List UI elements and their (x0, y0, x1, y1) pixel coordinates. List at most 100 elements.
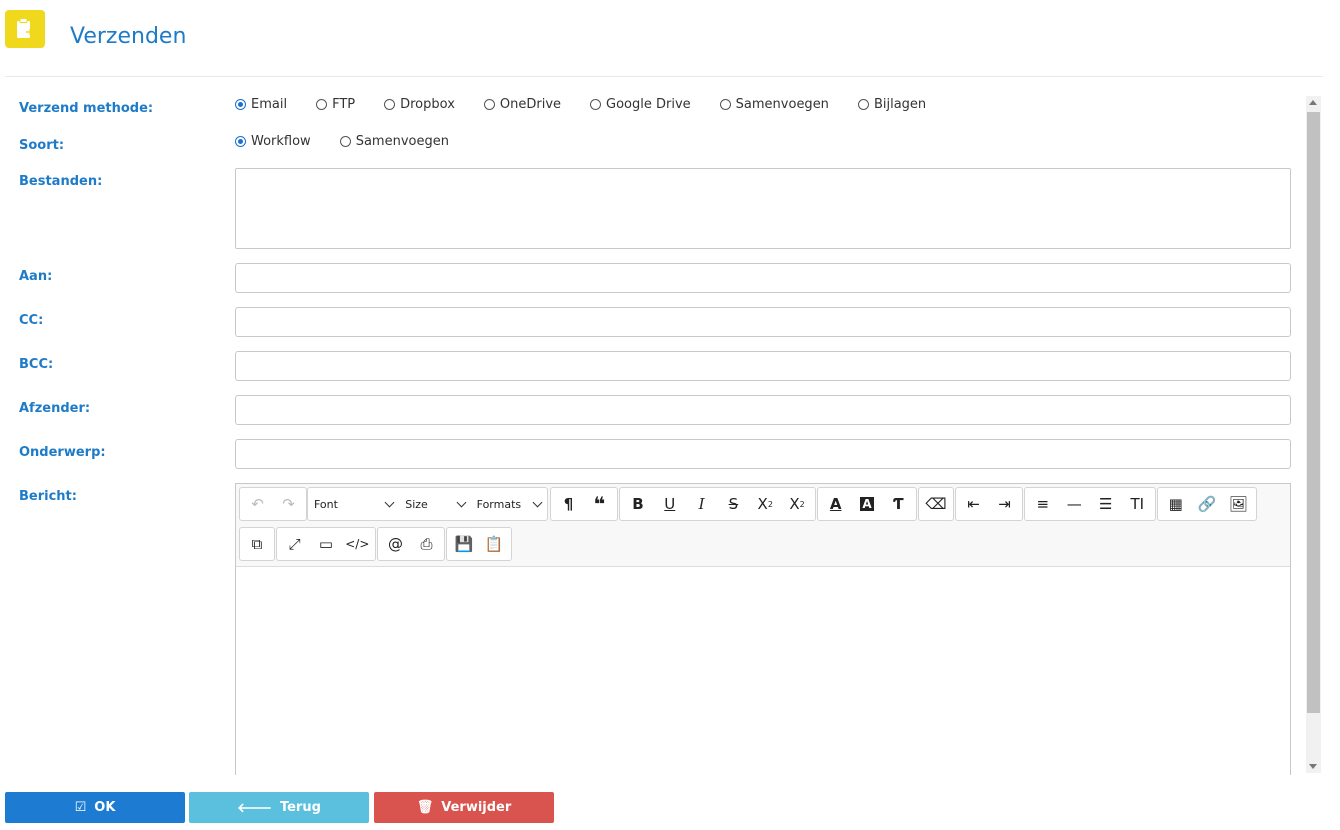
radio-dot[interactable] (483, 99, 495, 110)
radio-dot[interactable] (339, 136, 351, 147)
undo-icon[interactable]: ↶ (242, 489, 273, 519)
code-view-icon[interactable]: </> (342, 529, 373, 559)
font-color-icon[interactable]: A (820, 489, 851, 519)
subject-field[interactable] (235, 439, 1291, 469)
scroll-up-icon[interactable] (1309, 100, 1317, 105)
indent-group: ⇤ ⇥ (955, 487, 1023, 521)
indent-icon[interactable]: ⇥ (989, 489, 1020, 519)
font-select-group: Font Size Formats (307, 487, 548, 521)
kind-label: Soort: (19, 138, 65, 153)
font-select[interactable]: Font (308, 489, 399, 519)
chevron-down-icon (456, 497, 467, 507)
method-radio-bijlagen[interactable]: Bijlagen (857, 97, 926, 112)
show-blocks-icon[interactable]: ▭ (310, 529, 341, 559)
page-scrollbar[interactable] (1306, 96, 1321, 773)
tools-group: @ ⎙ (377, 527, 445, 561)
editor-body[interactable] (236, 568, 1290, 776)
bold-icon[interactable]: B (622, 489, 654, 519)
page-header: Verzenden (0, 0, 1340, 77)
sender-field[interactable] (235, 395, 1291, 425)
redo-icon[interactable]: ↷ (273, 489, 304, 519)
subscript-icon[interactable]: X2 (749, 489, 781, 519)
save-icon[interactable]: 💾 (449, 529, 479, 559)
chevron-down-icon (532, 497, 543, 507)
subject-label: Onderwerp: (19, 445, 106, 460)
align-group: ≡ — ☰ TI (1024, 487, 1156, 521)
method-radio-dropbox[interactable]: Dropbox (384, 97, 455, 112)
eraser-icon[interactable]: ⌫ (921, 489, 951, 519)
history-group: ↶ ↷ (239, 487, 307, 521)
delete-button[interactable]: 🗑 Verwijder (374, 792, 554, 823)
files-label: Bestanden: (19, 174, 103, 189)
trash-icon: 🗑 (416, 800, 434, 815)
strikethrough-icon[interactable]: S (717, 489, 749, 519)
text-style-icon[interactable]: Ƭ (883, 489, 914, 519)
back-button[interactable]: 🡐 Terug (189, 792, 369, 823)
link-icon[interactable]: 🔗 (1191, 489, 1222, 519)
blockquote-icon[interactable]: ❝ (584, 489, 615, 519)
line-height-icon[interactable]: TI (1122, 489, 1154, 519)
chevron-down-icon (384, 497, 395, 507)
image-icon[interactable]: 🖼 (1223, 489, 1254, 519)
message-label: Bericht: (19, 489, 77, 504)
message-editor: ↶ ↷ Font Size Formats ¶ ❝ B U I S X2 X2 … (235, 483, 1291, 775)
kind-radio-samenvoegen[interactable]: Samenvoegen (339, 134, 449, 149)
cc-label: CC: (19, 313, 44, 328)
clear-group: ⌫ (918, 487, 954, 521)
method-label: Verzend methode: (19, 101, 154, 116)
arrow-left-icon: 🡐 (237, 800, 272, 816)
file-group: 💾 📋 (446, 527, 512, 561)
color-group: A A Ƭ (817, 487, 917, 521)
check-square-icon: ☑ (74, 800, 87, 815)
method-radio-google-drive[interactable]: Google Drive (590, 97, 691, 112)
header-divider (5, 76, 1323, 77)
inline-format-group: B U I S X2 X2 (619, 487, 816, 521)
scroll-down-icon[interactable] (1309, 764, 1317, 769)
bcc-field[interactable] (235, 351, 1291, 381)
to-field[interactable] (235, 263, 1291, 293)
highlight-color-icon[interactable]: A (851, 489, 882, 519)
superscript-icon[interactable]: X2 (781, 489, 813, 519)
table-icon[interactable]: ▦ (1160, 489, 1191, 519)
editor-toolbar: ↶ ↷ Font Size Formats ¶ ❝ B U I S X2 X2 … (236, 484, 1290, 567)
paragraph-icon[interactable]: ¶ (553, 489, 584, 519)
image-gallery-icon[interactable]: ⧉ (242, 529, 272, 559)
view-group: ⤢ ▭ </> (276, 527, 376, 561)
block-group: ¶ ❝ (550, 487, 618, 521)
formats-select[interactable]: Formats (471, 489, 547, 519)
radio-dot[interactable] (857, 99, 869, 110)
outdent-icon[interactable]: ⇤ (958, 489, 989, 519)
method-radio-samenvoegen[interactable]: Samenvoegen (719, 97, 829, 112)
italic-icon[interactable]: I (686, 489, 718, 519)
print-icon[interactable]: ⎙ (411, 529, 442, 559)
method-radio-email[interactable]: Email (235, 97, 287, 112)
kind-radio-group: Workflow Samenvoegen (235, 134, 478, 149)
page-title: Verzenden (70, 24, 187, 49)
radio-dot[interactable] (590, 99, 602, 110)
fullscreen-icon[interactable]: ⤢ (279, 529, 310, 559)
gallery-group: ⧉ (239, 527, 275, 561)
scrollbar-thumb[interactable] (1307, 112, 1320, 713)
radio-dot[interactable] (384, 99, 396, 110)
bcc-label: BCC: (19, 357, 54, 372)
radio-dot[interactable] (235, 136, 246, 147)
radio-dot[interactable] (316, 99, 328, 110)
ordered-list-icon[interactable]: ☰ (1090, 489, 1122, 519)
align-left-icon[interactable]: ≡ (1027, 489, 1059, 519)
horizontal-rule-icon[interactable]: — (1059, 489, 1091, 519)
underline-icon[interactable]: U (654, 489, 686, 519)
insert-group: ▦ 🔗 🖼 (1157, 487, 1257, 521)
ok-button[interactable]: ☑ OK (5, 792, 185, 823)
cc-field[interactable] (235, 307, 1291, 337)
method-radio-ftp[interactable]: FTP (316, 97, 355, 112)
size-select[interactable]: Size (399, 489, 470, 519)
kind-radio-workflow[interactable]: Workflow (235, 134, 311, 149)
template-icon[interactable]: 📋 (479, 529, 509, 559)
radio-dot[interactable] (719, 99, 731, 110)
files-textarea[interactable] (235, 168, 1291, 249)
radio-dot[interactable] (235, 99, 246, 110)
method-radio-onedrive[interactable]: OneDrive (483, 97, 561, 112)
clipboard-send-icon (5, 10, 45, 48)
preview-icon[interactable]: @ (380, 529, 411, 559)
sender-label: Afzender: (19, 401, 91, 416)
